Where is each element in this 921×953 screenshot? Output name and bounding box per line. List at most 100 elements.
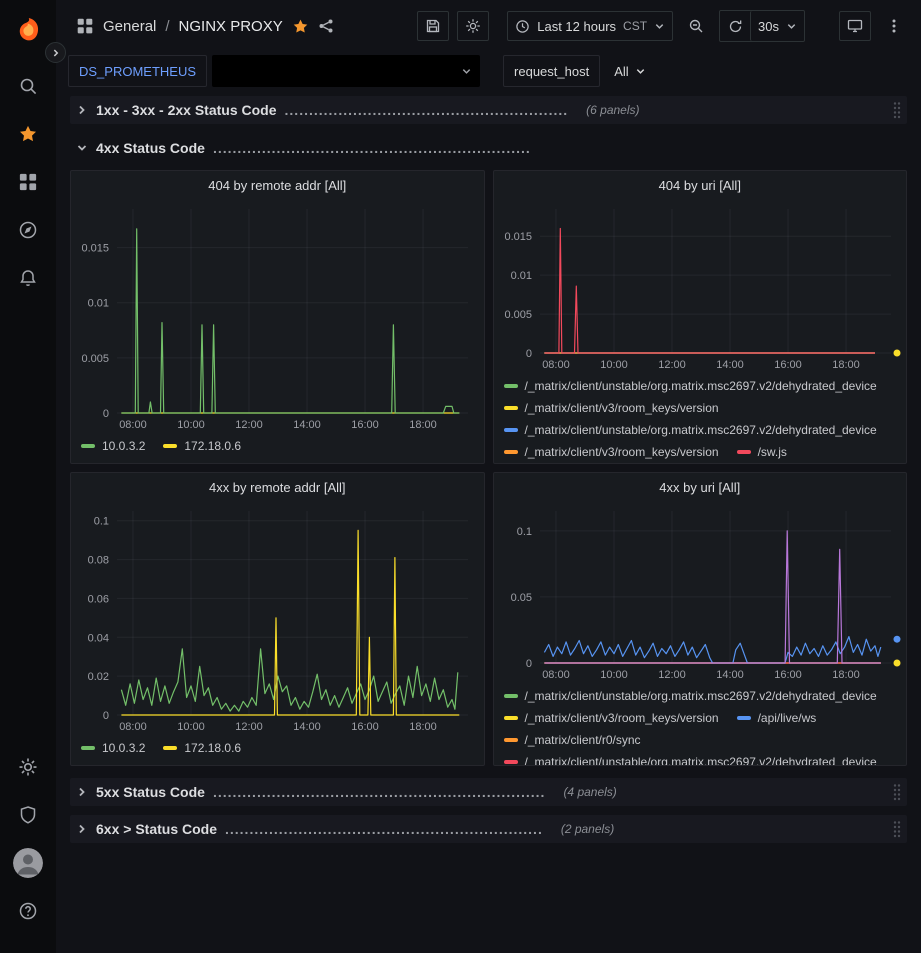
panel-grid: 404 by remote addr [All] 08:00 10:00 12:00… [70, 170, 907, 766]
svg-text:0.015: 0.015 [504, 231, 532, 243]
legend-item[interactable]: 172.18.0.6 [163, 435, 241, 457]
row-leader-dots: ........................................… [213, 140, 531, 156]
legend-swatch [504, 694, 518, 698]
legend-item[interactable]: /_matrix/client/v3/room_keys/version [504, 441, 719, 463]
panel-title[interactable]: 404 by remote addr [All] [71, 171, 484, 201]
row-title: 4xx Status Code [96, 140, 205, 156]
chevron-down-icon [786, 21, 797, 32]
drag-handle-icon[interactable] [892, 101, 902, 119]
legend-item[interactable]: /sw.js [737, 441, 787, 463]
request-host-label-text: request_host [514, 64, 589, 79]
breadcrumb-title[interactable]: NGINX PROXY [179, 18, 283, 35]
legend-item[interactable]: /_matrix/client/v3/room_keys/version [504, 707, 719, 729]
timeseries-chart[interactable]: 08:0010:0012:0014:0016:0018:0000.0050.01… [494, 201, 907, 373]
svg-text:18:00: 18:00 [832, 669, 860, 681]
row-1xx-3xx-2xx[interactable]: 1xx - 3xx - 2xx Status Code ............… [70, 96, 907, 124]
svg-text:0.005: 0.005 [81, 353, 109, 365]
timeseries-chart[interactable]: 08:0010:0012:0014:0016:0018:0000.020.040… [71, 503, 484, 735]
panel-title[interactable]: 404 by uri [All] [494, 171, 907, 201]
legend-item[interactable]: /_matrix/client/v3/room_keys/version [504, 397, 719, 419]
kebab-menu-button[interactable] [879, 11, 909, 41]
panel-legend: /_matrix/client/unstable/org.matrix.msc2… [494, 373, 907, 463]
legend-item[interactable]: /api/live/ws [737, 707, 817, 729]
legend-item[interactable]: /_matrix/client/unstable/org.matrix.msc2… [504, 751, 877, 765]
starred-dashboards-icon[interactable] [8, 114, 48, 154]
row-6xx[interactable]: 6xx > Status Code ......................… [70, 815, 907, 843]
user-avatar[interactable] [8, 843, 48, 883]
avatar-image [13, 848, 43, 878]
zoom-out-button[interactable] [681, 11, 711, 41]
svg-text:10:00: 10:00 [600, 669, 628, 681]
timeseries-chart[interactable]: 08:0010:0012:0014:0016:0018:0000.0050.01… [71, 201, 484, 433]
svg-text:10:00: 10:00 [600, 359, 628, 371]
favorite-star-icon[interactable] [292, 18, 309, 35]
svg-text:08:00: 08:00 [542, 669, 570, 681]
legend-label: /sw.js [758, 441, 787, 463]
save-dashboard-button[interactable] [417, 11, 449, 41]
dashboard-apps-icon [76, 17, 94, 35]
legend-item[interactable]: /_matrix/client/unstable/org.matrix.msc2… [504, 419, 877, 441]
refresh-button[interactable] [720, 11, 750, 41]
request-host-picker[interactable]: All [605, 55, 654, 87]
legend-label: /_matrix/client/unstable/org.matrix.msc2… [525, 751, 877, 765]
grafana-logo-icon[interactable] [8, 10, 48, 50]
configuration-gear-icon[interactable] [8, 747, 48, 787]
server-admin-shield-icon[interactable] [8, 795, 48, 835]
svg-text:0.1: 0.1 [516, 526, 531, 538]
explore-compass-icon[interactable] [8, 210, 48, 250]
datasource-picker[interactable] [212, 55, 480, 87]
legend-swatch [81, 444, 95, 448]
legend-label: /api/live/ws [758, 707, 817, 729]
svg-text:16:00: 16:00 [774, 359, 802, 371]
svg-text:0.005: 0.005 [504, 309, 532, 321]
row-title: 5xx Status Code [96, 784, 205, 800]
tv-mode-button[interactable] [839, 11, 871, 41]
clock-icon [515, 19, 530, 34]
refresh-interval-picker[interactable]: 30s [750, 11, 804, 41]
panel-title[interactable]: 4xx by uri [All] [494, 473, 907, 503]
search-icon[interactable] [8, 66, 48, 106]
legend-label: /_matrix/client/v3/room_keys/version [525, 441, 719, 463]
svg-text:18:00: 18:00 [409, 419, 437, 431]
refresh-interval-label: 30s [758, 19, 779, 34]
svg-text:12:00: 12:00 [658, 359, 686, 371]
svg-text:16:00: 16:00 [351, 721, 379, 733]
sidebar-expand-button[interactable] [45, 42, 66, 63]
svg-text:08:00: 08:00 [542, 359, 570, 371]
breadcrumb-section[interactable]: General [103, 18, 156, 35]
legend-item[interactable]: /_matrix/client/unstable/org.matrix.msc2… [504, 685, 877, 707]
svg-text:10:00: 10:00 [177, 419, 205, 431]
legend-item[interactable]: /_matrix/client/r0/sync [504, 729, 641, 751]
legend-swatch [504, 406, 518, 410]
alerting-bell-icon[interactable] [8, 258, 48, 298]
dashboards-grid-icon[interactable] [8, 162, 48, 202]
time-range-picker[interactable]: Last 12 hours CST [507, 11, 673, 41]
chevron-down-icon [76, 142, 88, 154]
row-5xx[interactable]: 5xx Status Code ........................… [70, 778, 907, 806]
svg-text:16:00: 16:00 [774, 669, 802, 681]
breadcrumb-separator: / [165, 18, 169, 35]
chevron-down-icon [654, 21, 665, 32]
panel-legend: 10.0.3.2 172.18.0.6 [71, 735, 484, 765]
panel-title[interactable]: 4xx by remote addr [All] [71, 473, 484, 503]
timeseries-chart[interactable]: 08:0010:0012:0014:0016:0018:0000.050.1 [494, 503, 907, 683]
legend-item[interactable]: 172.18.0.6 [163, 737, 241, 759]
row-panel-count: (2 panels) [561, 822, 614, 836]
legend-item[interactable]: 10.0.3.2 [81, 737, 145, 759]
share-icon[interactable] [318, 18, 334, 34]
drag-handle-icon[interactable] [892, 783, 902, 801]
panel-4xx-by-remote-addr: 4xx by remote addr [All] 08:0010:0012:00… [70, 472, 485, 766]
dashboard-settings-button[interactable] [457, 11, 489, 41]
svg-text:0.08: 0.08 [88, 555, 109, 567]
legend-label: 172.18.0.6 [184, 737, 241, 759]
row-4xx[interactable]: 4xx Status Code ........................… [70, 134, 907, 162]
svg-text:08:00: 08:00 [119, 419, 147, 431]
row-leader-dots: ........................................… [285, 102, 569, 118]
legend-item[interactable]: /_matrix/client/unstable/org.matrix.msc2… [504, 375, 877, 397]
legend-item[interactable]: 10.0.3.2 [81, 435, 145, 457]
svg-text:0: 0 [103, 710, 109, 722]
drag-handle-icon[interactable] [892, 820, 902, 838]
help-icon[interactable] [8, 891, 48, 931]
datasource-label-text: DS_PROMETHEUS [79, 64, 196, 79]
svg-text:08:00: 08:00 [119, 721, 147, 733]
